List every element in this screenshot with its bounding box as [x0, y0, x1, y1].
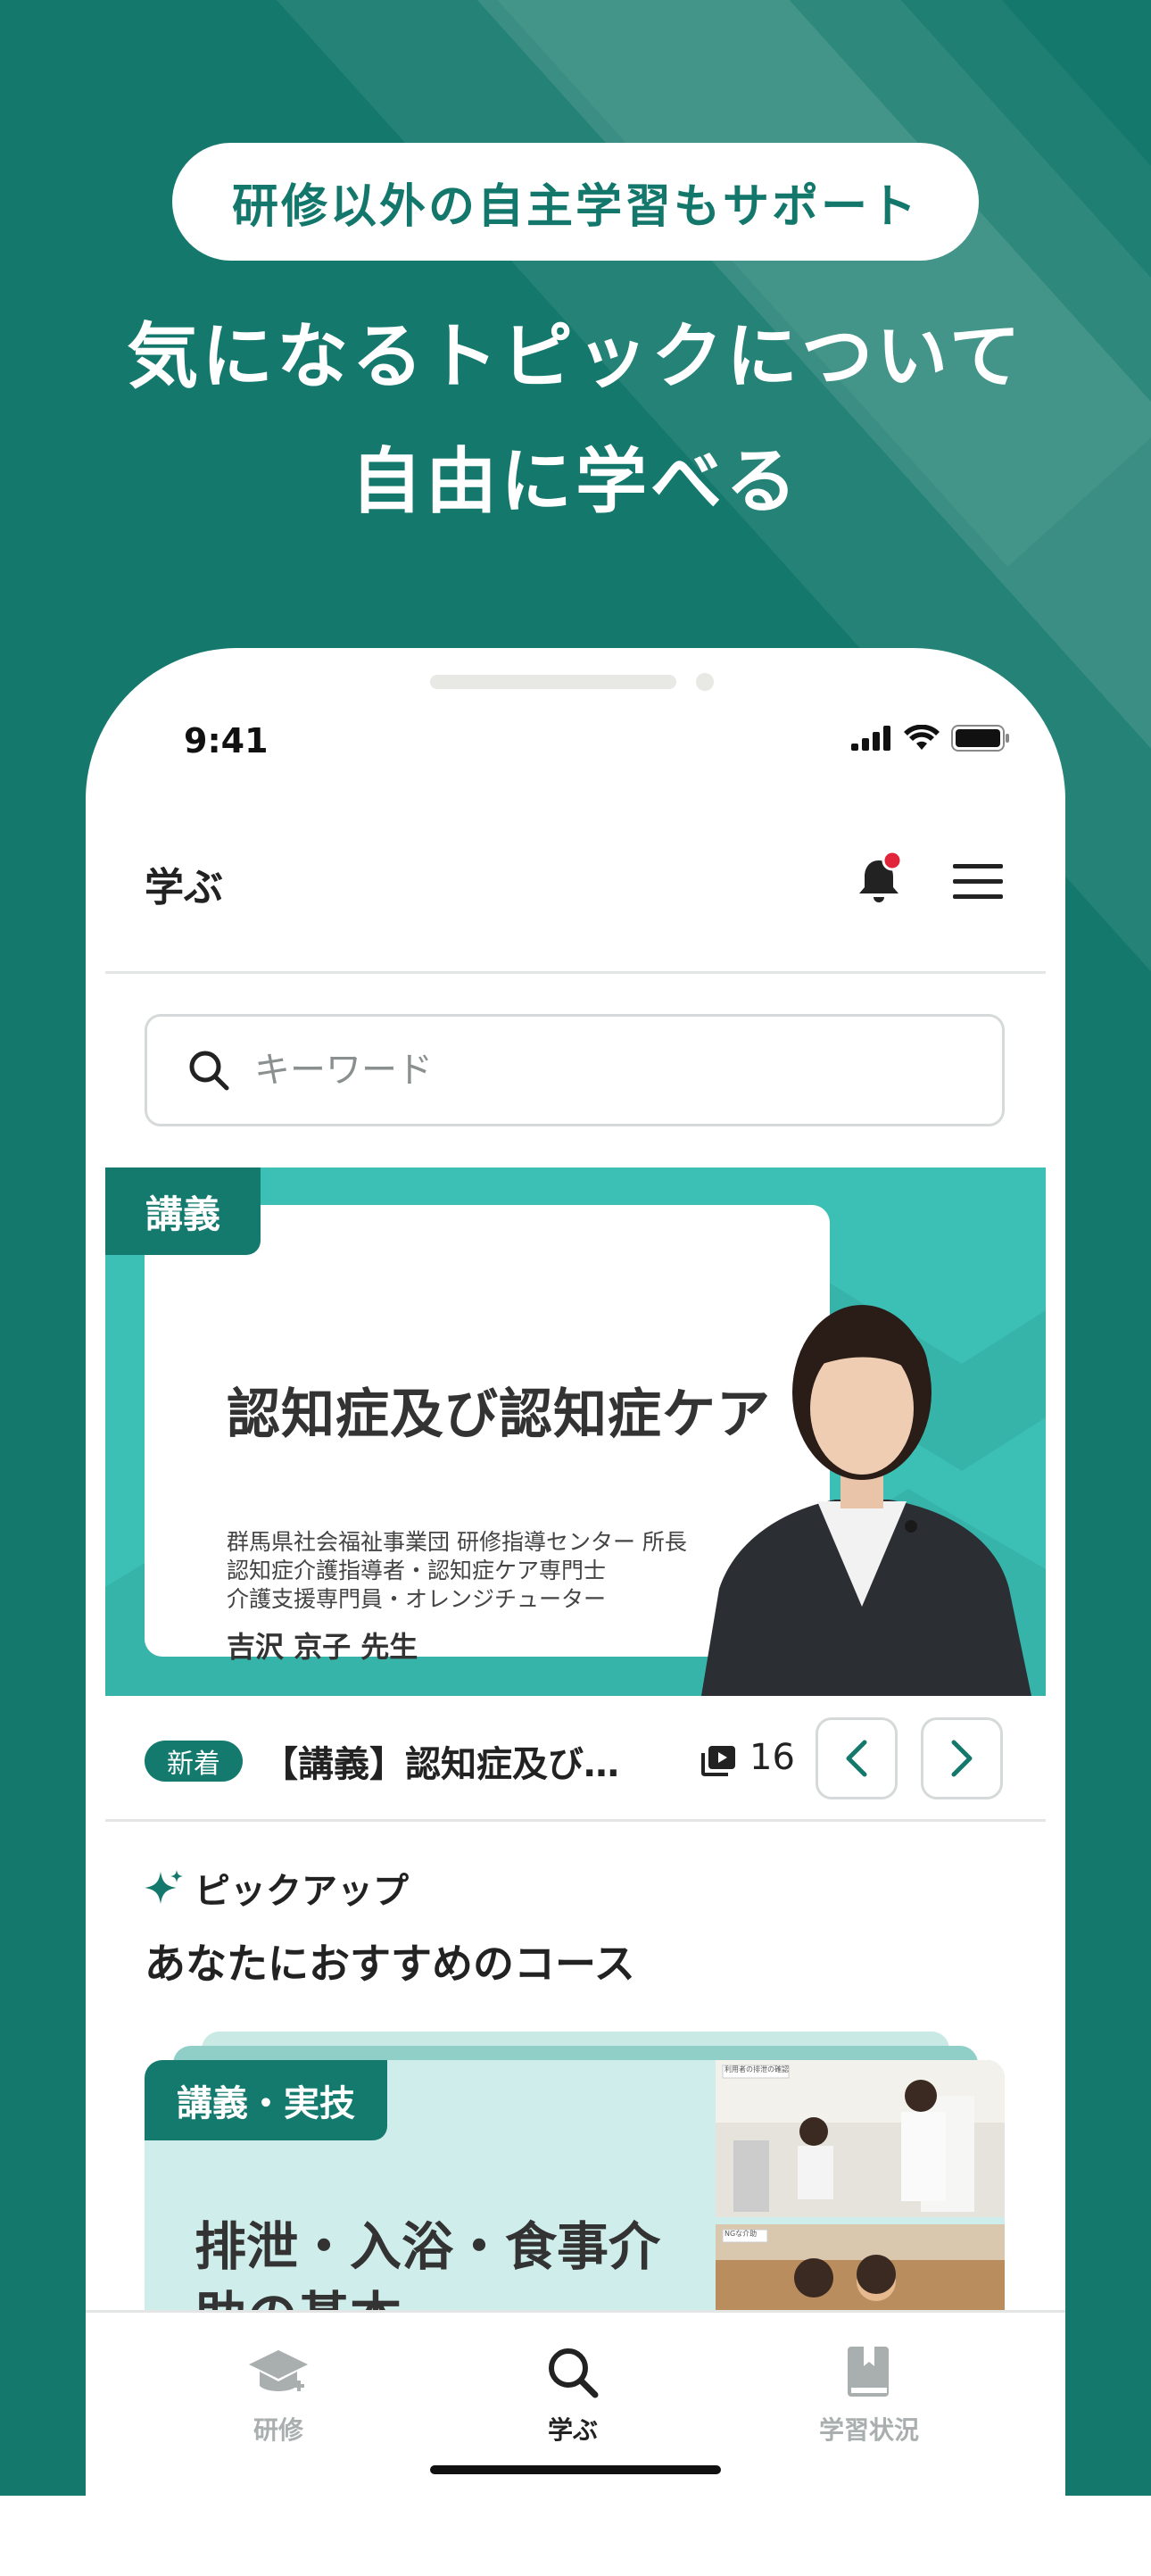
chevron-right-icon: [951, 1740, 973, 1777]
tab-learning-status[interactable]: 学習状況: [780, 2345, 958, 2447]
sparkle-icon: [145, 1870, 183, 1904]
carousel-item-title[interactable]: 【講義】認知症及び…: [262, 1735, 619, 1787]
carousel-next-button[interactable]: [921, 1717, 1003, 1799]
chevron-left-icon: [846, 1740, 867, 1777]
new-badge: 新着: [145, 1741, 243, 1782]
promo-headline-line1: 気になるトピックについて: [127, 315, 1024, 398]
header-divider: [105, 971, 1046, 974]
banner-desc-line: 群馬県社会福祉事業団 研修指導センター 所長: [227, 1529, 687, 1555]
tab-label: 学習状況: [818, 2415, 919, 2445]
carousel-info-row: 新着 【講義】認知症及び… 16: [86, 1712, 1065, 1810]
promo-pill-text: 研修以外の自主学習もサポート: [231, 179, 919, 234]
course-thumbnail: 利用者の排泄の確認: [716, 2060, 1005, 2217]
thumbnail-caption: NGな介助: [725, 2230, 758, 2238]
lecturer-photo: [701, 1305, 1031, 1696]
featured-banner[interactable]: 認知症及び認知症ケア 群馬県社会福祉事業団 研修指導センター 所長 認知症介護指…: [105, 1168, 1046, 1696]
phone-camera: [696, 673, 714, 691]
section-divider: [105, 1819, 1046, 1822]
phone-speaker: [430, 675, 676, 689]
battery-icon: [951, 725, 1009, 752]
search-icon: [189, 1051, 229, 1091]
promo-pill: 研修以外の自主学習もサポート: [172, 143, 979, 261]
signal-icon: [851, 726, 890, 751]
app-header: 学ぶ: [86, 835, 1065, 925]
video-count-icon: [701, 1746, 735, 1776]
banner-description: 群馬県社会福祉事業団 研修指導センター 所長 認知症介護指導者・認知症ケア専門士…: [227, 1528, 687, 1614]
section-title: あなたにおすすめのコース: [145, 1940, 635, 1988]
banner-category-tag: 講義: [105, 1168, 261, 1255]
bottom-tab-bar: 研修 学ぶ 学習状況: [86, 2310, 1065, 2576]
promo-headline-line2: 自由に学べる: [351, 440, 800, 523]
search-box[interactable]: [145, 1014, 1005, 1126]
banner-desc-line: 認知症介護指導者・認知症ケア専門士: [227, 1558, 607, 1583]
notification-bell-icon[interactable]: [848, 848, 910, 910]
graduation-cap-icon: [249, 2350, 308, 2391]
notification-dot: [882, 850, 903, 871]
wifi-icon: [904, 725, 940, 750]
book-icon: [848, 2347, 889, 2397]
tab-learn[interactable]: 学ぶ: [484, 2345, 662, 2447]
hamburger-menu-icon[interactable]: [953, 862, 1003, 902]
thumbnail-caption: 利用者の排泄の確認: [725, 2065, 789, 2073]
pickup-label-row: ピックアップ: [145, 1862, 409, 1914]
banner-desc-line: 介護支援専門員・オレンジチューター: [227, 1586, 607, 1612]
tab-label: 研修: [253, 2415, 303, 2445]
tab-training[interactable]: 研修: [189, 2345, 368, 2447]
carousel-prev-button[interactable]: [816, 1717, 898, 1799]
phone-screen: 9:41 学ぶ キーワード 認知症及び認知症ケア 群馬県社会福祉事業団 研修指導…: [86, 648, 1065, 2576]
search-input[interactable]: [253, 1049, 934, 1092]
page-title: 学ぶ: [145, 865, 223, 910]
search-icon: [549, 2348, 599, 2398]
status-time: 9:41: [184, 721, 269, 760]
lecturer-name: 吉沢 京子 先生: [227, 1630, 418, 1664]
course-category-tag: 講義・実技: [145, 2060, 387, 2140]
status-icons: [851, 725, 1010, 752]
home-indicator: [430, 2465, 721, 2474]
pickup-label: ピックアップ: [195, 1871, 409, 1912]
tab-label: 学ぶ: [547, 2415, 598, 2445]
video-count: 16: [749, 1737, 795, 1778]
